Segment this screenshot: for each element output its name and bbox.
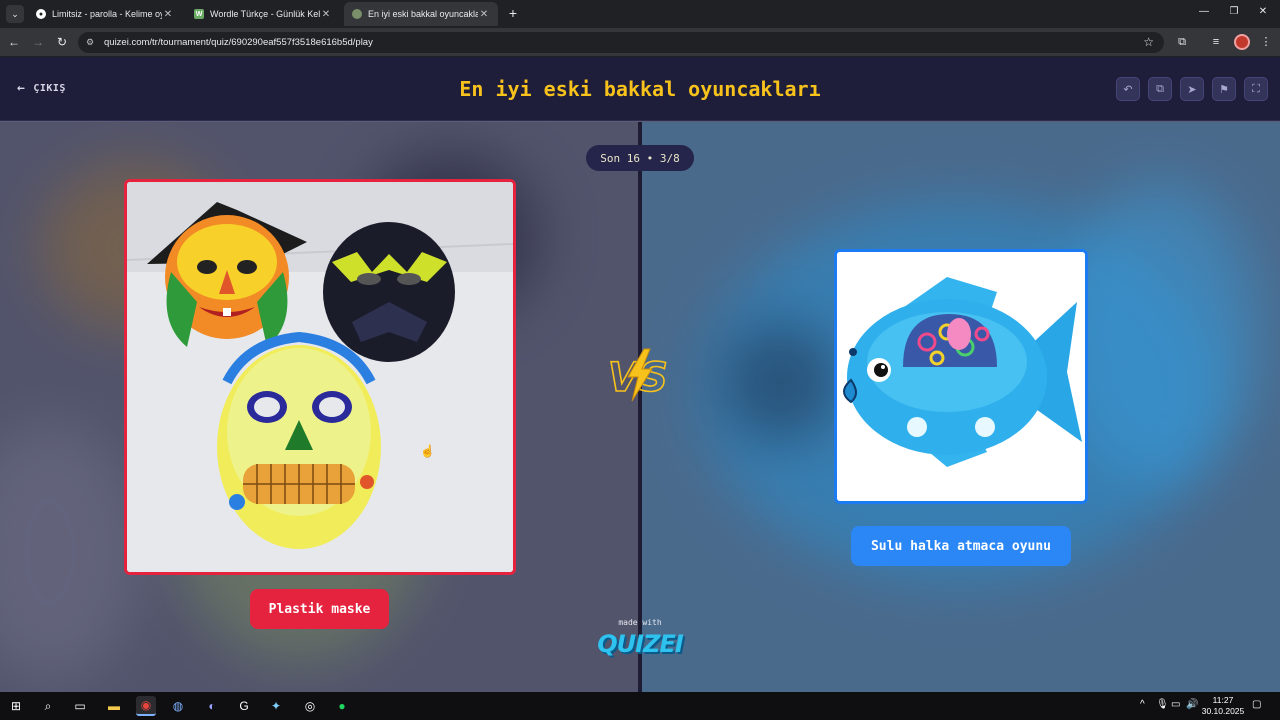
tab-title: Wordle Türkçe - Günlük Kelime (210, 9, 320, 19)
wordle-favicon-icon: W (194, 9, 204, 19)
profile-avatar[interactable] (1234, 34, 1250, 50)
browser-tab-strip: ⌄ ● Limitsiz - parolla - Kelime oyunu ✕ … (0, 0, 1280, 28)
g-app-icon[interactable]: G (234, 696, 254, 716)
steam-icon[interactable]: ◍ (168, 696, 188, 716)
chrome-icon[interactable]: ◉ (136, 696, 156, 716)
close-tab-icon[interactable]: ✕ (478, 9, 490, 20)
fullscreen-icon[interactable]: ⛶ (1244, 77, 1268, 101)
close-tab-icon[interactable]: ✕ (320, 9, 332, 20)
minimize-icon[interactable]: — (1197, 6, 1211, 17)
water-ring-fish-game-image (837, 252, 1085, 501)
network-app-icon[interactable]: ✦ (266, 696, 286, 716)
plastic-masks-image (127, 182, 513, 572)
report-flag-icon[interactable]: ⚑ (1212, 77, 1236, 101)
volume-icon[interactable]: 🔊 (1186, 699, 1198, 710)
tab-title: En iyi eski bakkal oyuncakları - (368, 9, 478, 19)
url-text[interactable]: quizei.com/tr/tournament/quiz/690290eaf5… (104, 37, 373, 48)
extensions-puzzle-icon[interactable]: ⧉ (1174, 34, 1190, 50)
close-tab-icon[interactable]: ✕ (162, 9, 174, 20)
reading-list-icon[interactable]: ≡ (1208, 34, 1224, 50)
browser-tab-quiz[interactable]: En iyi eski bakkal oyuncakları - ✕ (344, 2, 498, 26)
choose-left-button[interactable]: Plastik maske (250, 589, 389, 629)
quiz-header: ← ÇIKIŞ En iyi eski bakkal oyuncakları ↶… (0, 57, 1280, 121)
task-view-icon[interactable]: ▭ (70, 696, 90, 716)
network-icon[interactable]: ▭ (1171, 699, 1180, 710)
new-tab-plus-icon[interactable]: + (505, 5, 521, 21)
center-divider (638, 122, 642, 692)
browser-tab-parolla[interactable]: ● Limitsiz - parolla - Kelime oyunu ✕ (28, 2, 182, 26)
right-choice-image[interactable] (834, 249, 1088, 504)
reload-icon[interactable]: ↻ (54, 34, 70, 50)
forward-arrow-icon[interactable]: → (30, 34, 46, 50)
restore-icon[interactable]: ❐ (1227, 6, 1241, 17)
copy-link-icon[interactable]: ⧉ (1148, 77, 1172, 101)
clock-time: 11:27 (1212, 695, 1234, 705)
back-arrow-icon[interactable]: ← (6, 34, 22, 50)
spotify-icon[interactable]: ● (332, 696, 352, 716)
share-send-icon[interactable]: ➤ (1180, 77, 1204, 101)
windows-taskbar: ⊞ ⌕ ▭ ▬ ◉ ◍ ◐ G ✦ ◎ ● ^ 🎙 ▭ 🔊 11:27 30.1… (0, 692, 1280, 720)
versus-lightning-icon: VS (607, 348, 669, 402)
tab-title: Limitsiz - parolla - Kelime oyunu (52, 9, 162, 19)
discord-icon[interactable]: ◐ (202, 696, 222, 716)
choose-right-button[interactable]: Sulu halka atmaca oyunu (851, 526, 1071, 566)
file-explorer-icon[interactable]: ▬ (104, 696, 124, 716)
clock[interactable]: 11:27 30.10.2025 (1200, 695, 1246, 717)
menu-kebab-icon[interactable]: ⋮ (1258, 34, 1274, 50)
notifications-icon[interactable]: ▢ (1252, 699, 1261, 710)
obs-icon[interactable]: ◎ (300, 696, 320, 716)
page-title: En iyi eski bakkal oyuncakları (459, 77, 821, 101)
quizei-logo[interactable]: QUIZEI (592, 630, 688, 658)
windows-start-icon[interactable]: ⊞ (6, 696, 26, 716)
left-choice-image[interactable] (124, 179, 516, 575)
undo-icon[interactable]: ↶ (1116, 77, 1140, 101)
hand-cursor-icon: ☝ (420, 444, 435, 458)
address-bar[interactable]: ⚙ quizei.com/tr/tournament/quiz/690290ea… (78, 32, 1164, 53)
browser-tab-wordle[interactable]: W Wordle Türkçe - Günlük Kelime ✕ (186, 2, 340, 26)
close-window-icon[interactable]: ✕ (1256, 6, 1270, 17)
round-indicator: Son 16 • 3/8 (586, 145, 694, 171)
quizei-favicon-icon (352, 9, 362, 19)
microphone-icon[interactable]: 🎙 (1156, 699, 1169, 710)
made-with-text: made with (618, 618, 662, 627)
bookmark-star-icon[interactable]: ☆ (1143, 35, 1154, 49)
quiz-page: ← ÇIKIŞ En iyi eski bakkal oyuncakları ↶… (0, 57, 1280, 692)
parolla-favicon-icon: ● (36, 9, 46, 19)
clock-date: 30.10.2025 (1201, 706, 1245, 716)
browser-toolbar: ← → ↻ ⚙ quizei.com/tr/tournament/quiz/69… (0, 28, 1280, 56)
search-icon[interactable]: ⌕ (38, 696, 58, 716)
tray-overflow-icon[interactable]: ^ (1140, 699, 1145, 710)
tab-search-icon[interactable]: ⌄ (6, 5, 24, 23)
site-info-icon[interactable]: ⚙ (86, 37, 98, 49)
